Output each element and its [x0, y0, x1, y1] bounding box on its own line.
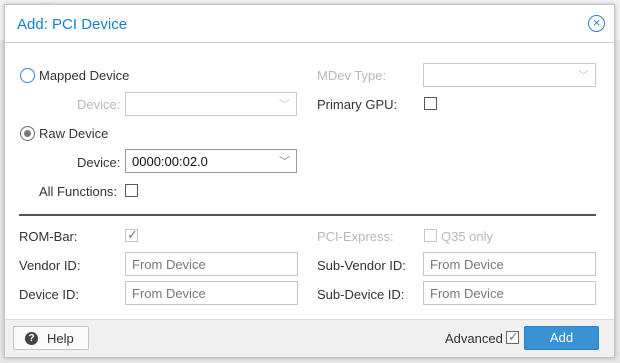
- checkmark-icon: ✓: [127, 227, 138, 242]
- device-id-input[interactable]: [125, 281, 298, 305]
- primary-gpu-label: Primary GPU:: [317, 97, 398, 112]
- all-functions-label: All Functions:: [39, 184, 118, 199]
- checkmark-icon: ✓: [508, 329, 519, 344]
- raw-device-select[interactable]: 0000:00:02.0 ﹀: [125, 149, 297, 173]
- all-functions-checkbox[interactable]: [125, 184, 138, 197]
- pci-express-checkbox[interactable]: [424, 229, 437, 242]
- dialog-header: Add: PCI Device ×: [5, 5, 614, 43]
- chevron-down-icon: ﹀: [578, 70, 589, 82]
- mapped-device-device-label: Device:: [77, 97, 121, 112]
- mapped-device-radio[interactable]: [20, 68, 35, 83]
- add-pci-device-dialog: Add: PCI Device × Mapped Device Device: …: [4, 4, 615, 358]
- mapped-device-select[interactable]: ﹀: [125, 92, 297, 116]
- q35-only-label: Q35 only: [441, 229, 494, 244]
- sub-device-id-input[interactable]: [423, 281, 596, 305]
- help-label: Help: [47, 331, 74, 346]
- chevron-down-icon: ﹀: [279, 99, 290, 111]
- mdev-type-select[interactable]: ﹀: [423, 63, 596, 87]
- primary-gpu-checkbox[interactable]: [424, 97, 437, 110]
- dialog-title: Add: PCI Device: [17, 16, 128, 33]
- raw-device-device-label: Device:: [77, 155, 121, 170]
- mdev-type-label: MDev Type:: [317, 68, 387, 83]
- rom-bar-checkbox[interactable]: ✓: [125, 227, 138, 242]
- close-icon[interactable]: ×: [588, 15, 605, 32]
- dialog-footer: ? Help Advanced ✓ Add: [5, 319, 614, 357]
- advanced-checkbox[interactable]: ✓: [506, 329, 519, 344]
- device-id-label: Device ID:: [19, 287, 79, 302]
- raw-device-value: 0000:00:02.0: [132, 154, 208, 169]
- section-separator: [19, 214, 596, 216]
- help-button[interactable]: ? Help: [13, 326, 89, 350]
- mapped-device-label[interactable]: Mapped Device: [39, 68, 129, 83]
- add-button[interactable]: Add: [524, 326, 599, 350]
- vendor-id-label: Vendor ID:: [19, 258, 81, 273]
- advanced-label[interactable]: Advanced: [445, 331, 503, 346]
- raw-device-label[interactable]: Raw Device: [39, 126, 108, 141]
- vendor-id-input[interactable]: [125, 252, 298, 276]
- pci-express-label: PCI-Express:: [317, 229, 394, 244]
- sub-device-id-label: Sub-Device ID:: [317, 287, 405, 302]
- sub-vendor-id-label: Sub-Vendor ID:: [317, 258, 406, 273]
- chevron-down-icon: ﹀: [279, 156, 290, 168]
- question-circle-icon: ?: [25, 332, 38, 345]
- rom-bar-label: ROM-Bar:: [19, 229, 78, 244]
- raw-device-radio[interactable]: [20, 126, 35, 141]
- sub-vendor-id-input[interactable]: [423, 252, 596, 276]
